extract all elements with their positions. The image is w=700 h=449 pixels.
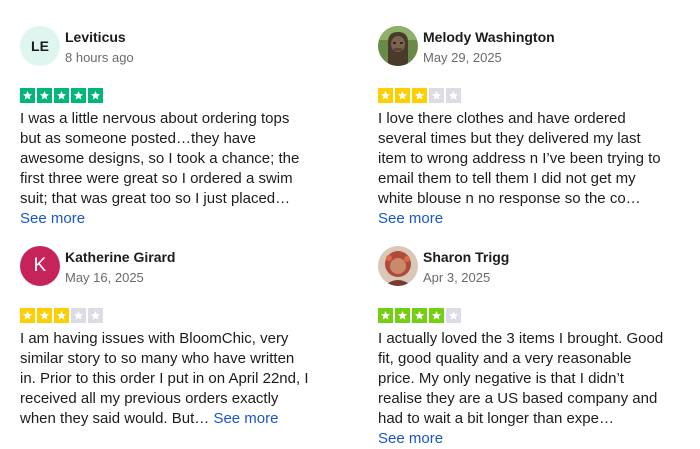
reviewer-name: Sharon Trigg: [423, 249, 510, 265]
review-card: Melody Washington May 29, 2025 I love th…: [378, 26, 678, 227]
star-icon: [395, 308, 410, 323]
star-icon: [71, 308, 86, 323]
profile-photo-icon: [378, 26, 418, 66]
star-icon: [412, 308, 427, 323]
review-text-line: awesome designs, so I took a chance; the: [20, 150, 300, 167]
star-icon: [37, 308, 52, 323]
star-icon: [88, 308, 103, 323]
review-text-line: in. Prior to this order I put in on Apri…: [20, 370, 309, 387]
reviewer-name: Melody Washington: [423, 29, 555, 45]
review-text-line: I love there clothes and have ordered: [378, 110, 626, 127]
avatar: [378, 246, 418, 286]
star-icon: [446, 88, 461, 103]
review-text-line: but as someone posted…they have: [20, 130, 256, 147]
review-text-line: suit; that was great too so I just place…: [20, 190, 291, 207]
star-icon: [37, 88, 52, 103]
star-icon: [20, 88, 35, 103]
star-rating: [378, 308, 461, 323]
star-rating: [20, 88, 103, 103]
star-icon: [429, 308, 444, 323]
review-text-line: realise they are a US based company and: [378, 390, 658, 407]
star-rating: [378, 88, 461, 103]
star-icon: [20, 308, 35, 323]
see-more-link[interactable]: See more: [378, 430, 443, 447]
star-icon: [412, 88, 427, 103]
avatar: LE: [20, 26, 60, 66]
review-date: 8 hours ago: [65, 50, 134, 65]
review-text-line: white blouse n no response so the co…: [378, 190, 641, 207]
review-text-line: several times but they delivered my last: [378, 130, 641, 147]
review-text: I was a little nervous about ordering to…: [20, 109, 320, 229]
avatar: [378, 26, 418, 66]
star-icon: [395, 88, 410, 103]
review-text-line: received all my previous orders exactly: [20, 390, 279, 407]
review-text-line: I actually loved the 3 items I brought. …: [378, 330, 664, 347]
see-more-link[interactable]: See more: [213, 410, 278, 427]
star-icon: [429, 88, 444, 103]
review-text: I actually loved the 3 items I brought. …: [378, 329, 678, 449]
reviewer-name: Leviticus: [65, 29, 126, 45]
review-card: LE Leviticus 8 hours ago I was a little …: [20, 26, 320, 227]
review-text-line: had to wait a bit longer than expe…: [378, 410, 614, 427]
star-rating: [20, 308, 103, 323]
star-icon: [378, 88, 393, 103]
review-text-line: I was a little nervous about ordering to…: [20, 110, 290, 127]
review-text-line: when they said would. But…: [20, 410, 210, 427]
review-text: I am having issues with BloomChic, very …: [20, 329, 320, 429]
star-icon: [446, 308, 461, 323]
review-text-line: similar story to so many who have writte…: [20, 350, 295, 367]
review-text-line: price. My only negative is that I didn’t: [378, 370, 624, 387]
review-date: May 29, 2025: [423, 50, 502, 65]
review-text-line: item to wrong address n I’ve been trying…: [378, 150, 661, 167]
review-text: I love there clothes and have ordered se…: [378, 109, 678, 229]
see-more-link[interactable]: See more: [20, 210, 85, 227]
star-icon: [88, 88, 103, 103]
review-card: Sharon Trigg Apr 3, 2025 I actually love…: [378, 246, 678, 447]
star-icon: [378, 308, 393, 323]
reviewer-name: Katherine Girard: [65, 249, 176, 265]
profile-photo-icon: [378, 246, 418, 286]
star-icon: [71, 88, 86, 103]
review-date: May 16, 2025: [65, 270, 144, 285]
review-card: K Katherine Girard May 16, 2025 I am hav…: [20, 246, 320, 427]
star-icon: [54, 88, 69, 103]
star-icon: [54, 308, 69, 323]
review-text-line: I am having issues with BloomChic, very: [20, 330, 289, 347]
review-date: Apr 3, 2025: [423, 270, 491, 285]
see-more-link[interactable]: See more: [378, 210, 443, 227]
review-text-line: first three were great so I ordered a sw…: [20, 170, 293, 187]
avatar: K: [20, 246, 60, 286]
review-text-line: email them to tell them I did not get my: [378, 170, 636, 187]
review-text-line: fit, good quality and a very reasonable: [378, 350, 632, 367]
